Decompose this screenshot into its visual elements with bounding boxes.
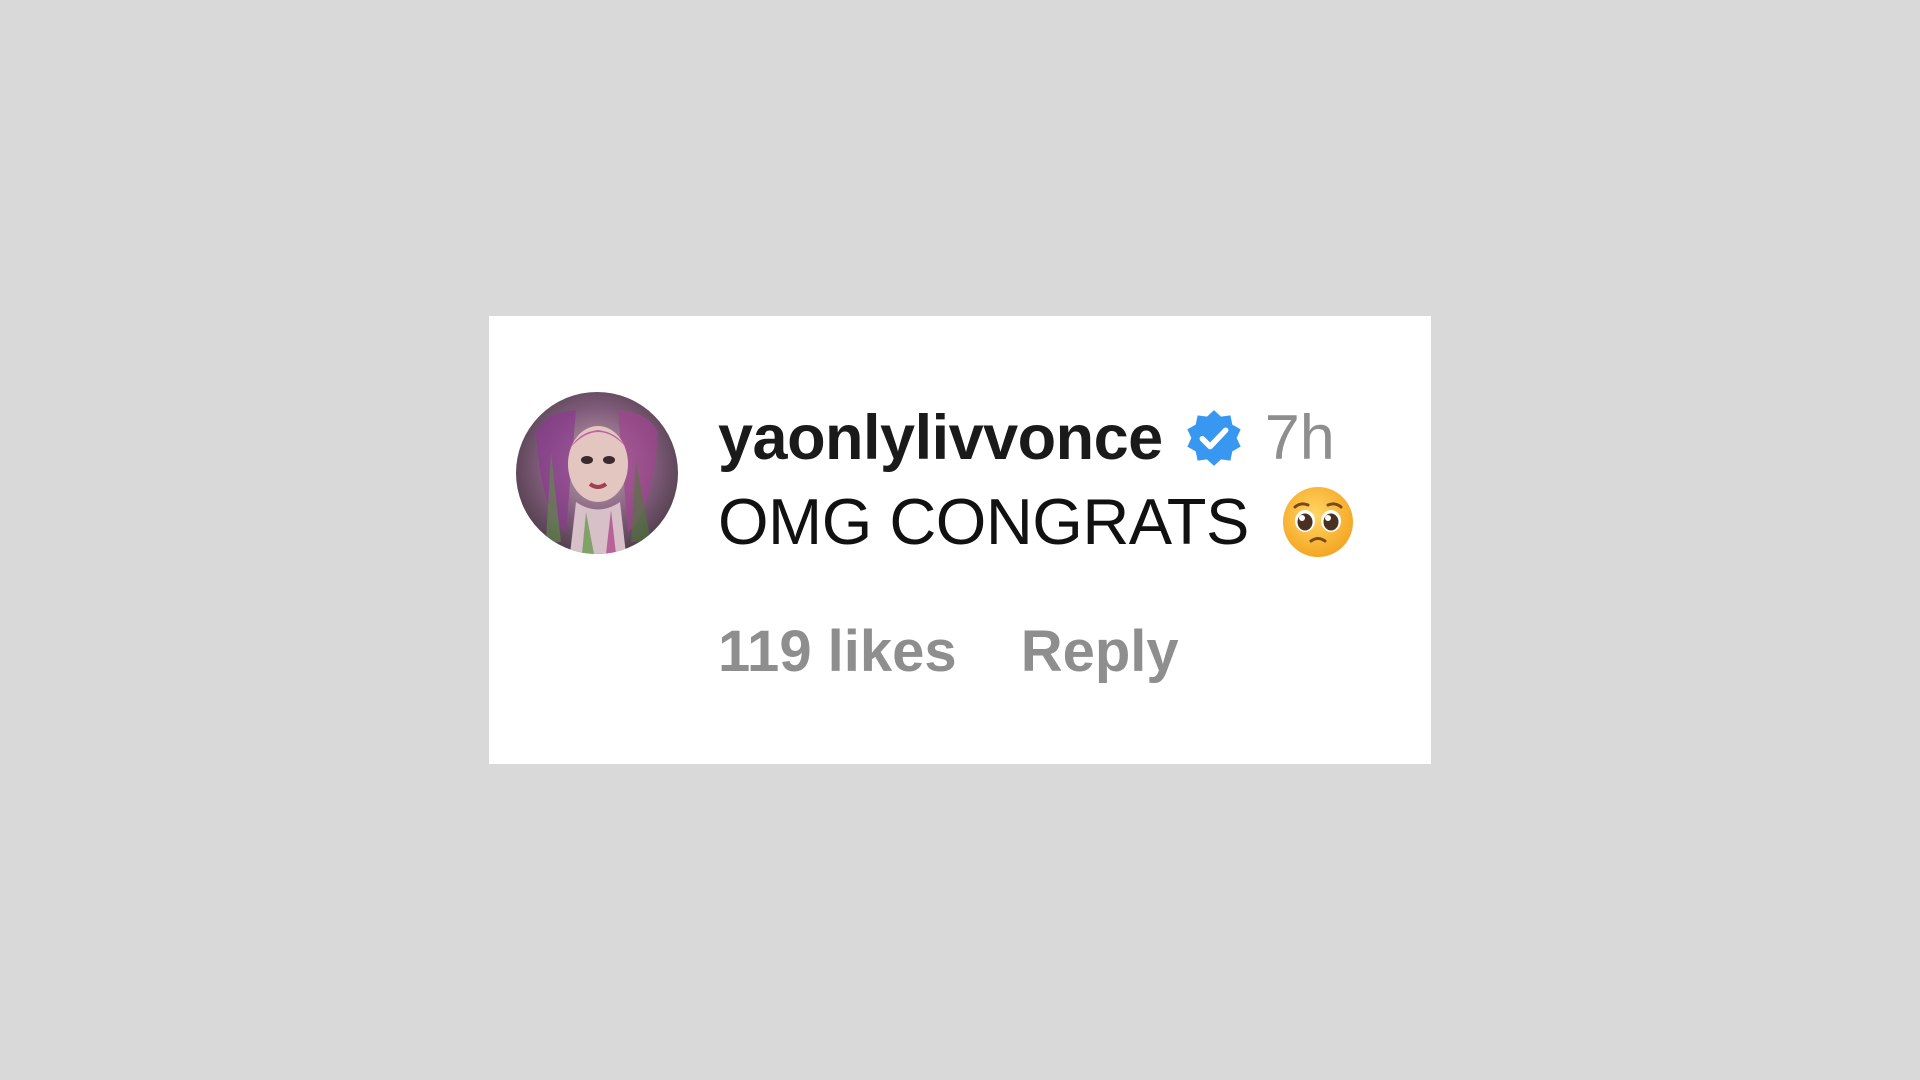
- reply-button[interactable]: Reply: [1021, 618, 1179, 685]
- avatar[interactable]: [516, 392, 678, 554]
- comment-card: yaonlylivvonce 7h OMG CONGRATS 119 likes…: [489, 316, 1431, 764]
- comment-text-row: OMG CONGRATS: [718, 474, 1418, 570]
- comment-header: yaonlylivvonce 7h: [718, 402, 1418, 474]
- page-background: yaonlylivvonce 7h OMG CONGRATS 119 likes…: [0, 0, 1920, 1080]
- comment-text: OMG CONGRATS: [718, 485, 1249, 558]
- likes-count[interactable]: 119 likes: [718, 618, 957, 685]
- verified-badge-icon: [1183, 407, 1245, 469]
- pleading-face-emoji-icon: [1281, 485, 1355, 559]
- comment-timestamp[interactable]: 7h: [1265, 402, 1335, 474]
- comment-actions: 119 likes Reply: [718, 618, 1179, 685]
- comment-body: yaonlylivvonce 7h OMG CONGRATS 119 likes…: [718, 402, 1418, 684]
- avatar-image: [516, 392, 678, 554]
- username-link[interactable]: yaonlylivvonce: [718, 402, 1163, 474]
